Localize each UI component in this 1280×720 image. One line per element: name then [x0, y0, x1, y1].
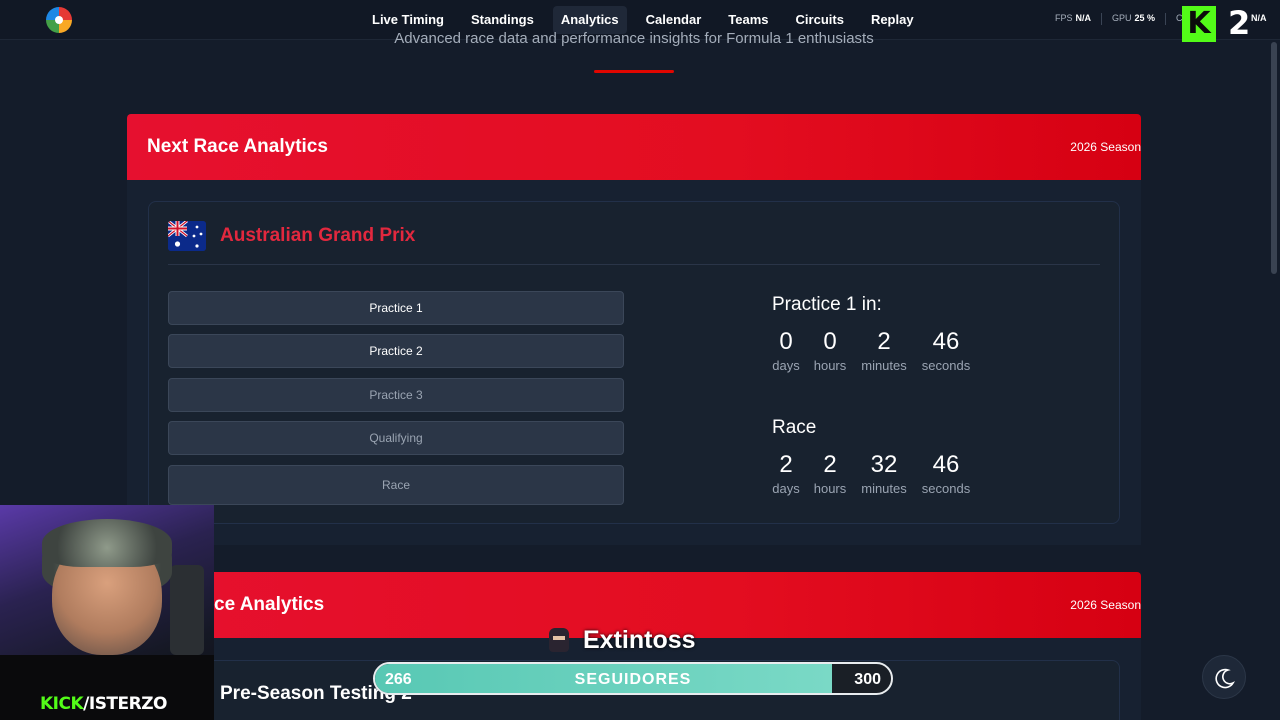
gpu-label: GPU	[1112, 13, 1132, 23]
kick-tag-user: /ISTERZO	[83, 694, 168, 714]
accent-divider	[594, 70, 674, 73]
gpu-stat: GPU 25 %	[1112, 13, 1155, 25]
hours-label: hours	[813, 358, 847, 373]
minutes-value: 2	[877, 328, 891, 355]
theme-toggle-button[interactable]	[1202, 655, 1246, 699]
follower-goal-bar: 266 SEGUIDORES 300	[373, 662, 893, 695]
session-practice-3-button[interactable]: Practice 3	[168, 378, 624, 412]
webcam-overlay	[0, 505, 214, 720]
session-practice-1-button[interactable]: Practice 1	[168, 291, 624, 325]
next-race-header: Next Race Analytics 2026 Season	[127, 114, 1141, 180]
follower-username: Extintoss	[583, 626, 696, 654]
countdown-hours: 0 hours	[812, 328, 848, 373]
streamer-hair-top	[42, 519, 172, 567]
days-value: 0	[779, 328, 793, 355]
session-practice-2-button[interactable]: Practice 2	[168, 334, 624, 368]
hours-label: hours	[813, 481, 847, 496]
seconds-value: 46	[932, 451, 960, 478]
section-divider	[168, 264, 1100, 265]
countdown-seconds: 46 seconds	[920, 451, 972, 496]
days-value: 2	[779, 451, 793, 478]
countdown-race-label: Race	[772, 417, 817, 438]
card-title: ce Analytics	[214, 594, 325, 615]
seconds-label: seconds	[921, 358, 971, 373]
minutes-value: 32	[870, 451, 898, 478]
lat-value: N/A	[1251, 13, 1267, 23]
days-label: days	[772, 481, 800, 496]
hours-value: 2	[823, 451, 837, 478]
countdown-days: 0 days	[772, 328, 800, 373]
microphone-icon	[170, 565, 204, 655]
hours-value: 0	[823, 328, 837, 355]
session-race-button[interactable]: Race	[168, 465, 624, 505]
fps-stat: FPS N/A	[1055, 13, 1091, 25]
page-scrollbar[interactable]	[1271, 42, 1277, 274]
season-badge: 2026 Season	[1070, 598, 1141, 612]
followers-label: SEGUIDORES	[574, 671, 692, 688]
days-label: days	[772, 358, 800, 373]
moon-icon	[1215, 668, 1236, 689]
countdown-hours: 2 hours	[812, 451, 848, 496]
ninja-avatar-icon	[549, 628, 569, 652]
countdown-seconds: 46 seconds	[920, 328, 972, 373]
card-title: Next Race Analytics	[147, 136, 328, 157]
grand-prix-title: Australian Grand Prix	[220, 225, 416, 246]
performance-stats: FPSN/A GPU25 % CP	[1055, 13, 1189, 25]
followers-goal: 300	[854, 671, 881, 688]
seconds-label: seconds	[921, 481, 971, 496]
stat-divider	[1101, 13, 1103, 25]
kick-tag-logo: KICK	[40, 694, 84, 714]
page-subtitle: Advanced race data and performance insig…	[394, 30, 874, 47]
countdown-practice-label: Practice 1 in:	[772, 294, 882, 315]
minutes-label: minutes	[861, 358, 907, 373]
countdown-minutes: 2 minutes	[860, 328, 908, 373]
lat-stat: N/A	[1251, 13, 1267, 23]
kick-username-tag: KICK/ISTERZO	[40, 694, 168, 714]
season-badge: 2026 Season	[1070, 140, 1141, 154]
stat-divider	[1165, 13, 1167, 25]
australia-flag-icon	[168, 221, 206, 251]
countdown-days: 2 days	[772, 451, 800, 496]
session-qualifying-button[interactable]: Qualifying	[168, 421, 624, 455]
fps-label: FPS	[1055, 13, 1073, 23]
minutes-label: minutes	[861, 481, 907, 496]
fps-value: N/A	[1075, 13, 1092, 23]
countdown-minutes: 32 minutes	[860, 451, 908, 496]
seconds-value: 46	[932, 328, 960, 355]
gpu-value: 25 %	[1134, 13, 1156, 23]
